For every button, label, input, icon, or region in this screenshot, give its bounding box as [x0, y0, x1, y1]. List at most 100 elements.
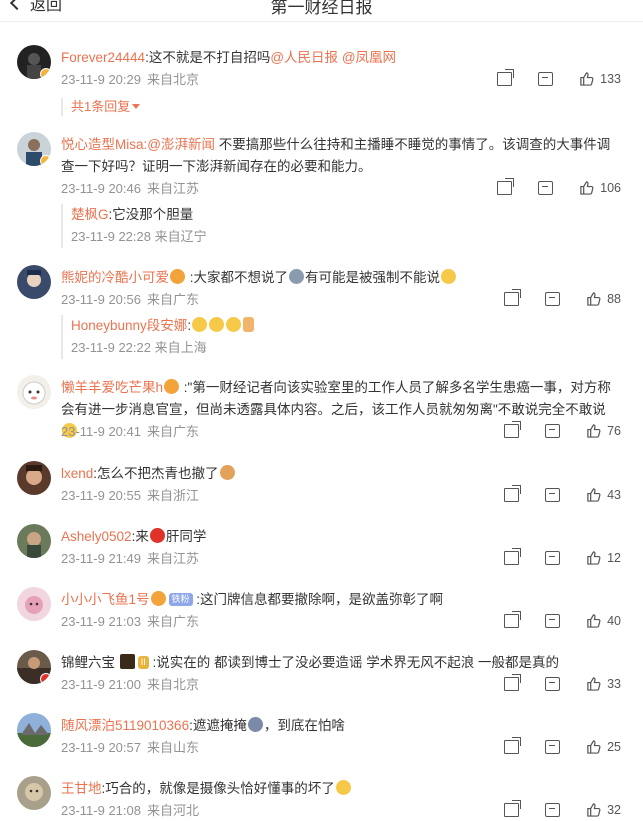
share-button[interactable] [504, 736, 522, 754]
comment-username[interactable]: 随风漂泊5119010366 [61, 718, 189, 733]
comment-username[interactable]: lxend [61, 466, 93, 481]
comment-content: :大家都不想说了 [189, 270, 289, 285]
share-button[interactable] [504, 610, 522, 628]
comment-icon [545, 291, 561, 306]
mention-link[interactable]: @人民日报 [270, 50, 338, 65]
reply-preview: 楚枫G:它没那个胆量 23-11-9 22:28 来自辽宁 [61, 204, 621, 248]
comment-text: Forever24444:这不就是不打自招吗@人民日报 @凤凰网 [61, 47, 621, 69]
avatar[interactable] [17, 132, 51, 166]
share-button[interactable] [504, 484, 522, 502]
avatar[interactable] [17, 524, 51, 558]
thumbs-up-icon [587, 551, 601, 565]
comment-meta: 23-11-9 20:29 来自北京 [61, 69, 199, 88]
reply-button[interactable] [545, 487, 561, 502]
comment-icon [545, 423, 561, 438]
share-icon [504, 484, 522, 502]
like-count: 25 [607, 739, 621, 754]
comment-meta: 23-11-9 21:00 来自北京 [61, 674, 199, 693]
reply-username[interactable]: 楚枫G [71, 207, 109, 222]
reply-button[interactable] [545, 291, 561, 306]
share-button[interactable] [504, 547, 522, 565]
share-button[interactable] [504, 799, 522, 817]
reply-button[interactable] [545, 613, 561, 628]
reply-button[interactable] [545, 739, 561, 754]
comment-username[interactable]: 王甘地 [61, 781, 102, 796]
face-emoji-icon [247, 717, 263, 732]
reply-button[interactable] [545, 676, 561, 691]
comment-icon [545, 802, 561, 817]
like-button[interactable]: 106 [579, 180, 621, 195]
thumbs-up-icon [587, 803, 601, 817]
thumbs-up-icon [587, 488, 601, 502]
comment-username[interactable]: 锦鲤六宝 [61, 655, 115, 670]
mention-link[interactable]: @凤凰网 [342, 50, 396, 65]
comment-meta: 23-11-9 20:56 来自广东 [61, 289, 199, 308]
reply-button[interactable] [538, 71, 554, 86]
comment-username[interactable]: 悦心造型Misa [61, 137, 144, 152]
reply-location: 来自辽宁 [154, 229, 207, 244]
comment-username[interactable]: Forever24444 [61, 50, 145, 65]
avatar[interactable] [17, 713, 51, 747]
caret-down-icon [132, 104, 141, 109]
comment-icon [538, 71, 554, 86]
share-icon [497, 177, 515, 195]
reply-content: : [187, 318, 192, 333]
share-button[interactable] [504, 288, 522, 306]
avatar[interactable] [17, 776, 51, 810]
like-button[interactable]: 88 [586, 291, 621, 306]
thumbs-up-icon [580, 72, 594, 86]
avatar[interactable] [17, 375, 51, 409]
comment-content: :来 [131, 529, 149, 544]
comment-actions: 76 [504, 420, 621, 438]
like-button[interactable]: 33 [586, 676, 621, 691]
like-button[interactable]: 133 [579, 71, 621, 86]
like-button[interactable]: 76 [586, 423, 621, 438]
like-button[interactable]: 32 [586, 802, 621, 817]
avatar[interactable] [17, 265, 51, 299]
reply-button[interactable] [545, 423, 561, 438]
share-button[interactable] [504, 420, 522, 438]
share-button[interactable] [497, 68, 515, 86]
avatar[interactable] [17, 587, 51, 621]
replies-toggle-label: 共1条回复 [71, 99, 131, 114]
like-count: 106 [600, 180, 621, 195]
comment-time: 23-11-9 20:41 [61, 424, 141, 439]
comment-username[interactable]: 小小小飞鱼1号 [61, 592, 150, 607]
like-button[interactable]: 25 [586, 739, 621, 754]
reply-button[interactable] [545, 550, 561, 565]
replies-toggle[interactable]: 共1条回复 [61, 98, 141, 116]
comment-content: :怎么不把杰青也撤了 [93, 466, 219, 481]
comment-username[interactable]: 熊妮的冷酷小可爱 [61, 270, 169, 285]
comment-actions: 88 [504, 288, 621, 306]
share-button[interactable] [497, 177, 515, 195]
crown-emoji-icon [170, 269, 185, 284]
share-button[interactable] [504, 673, 522, 691]
avatar[interactable] [17, 461, 51, 495]
avatar-image [26, 465, 42, 485]
comment-location: 来自河北 [147, 803, 200, 818]
comment-text: 小小小飞鱼1号 铁粉 :这门牌信息都要撤除啊，是欲盖弥彰了啊 [61, 589, 621, 611]
share-icon [504, 673, 522, 691]
page-title: 第一财经日报 [270, 0, 373, 17]
verified-badge-icon [40, 155, 51, 166]
like-count: 12 [607, 550, 621, 565]
reply-username[interactable]: Honeybunny段安娜 [71, 318, 187, 333]
like-button[interactable]: 12 [586, 550, 621, 565]
comment-time: 23-11-9 21:08 [61, 803, 141, 818]
comment-username[interactable]: 懒羊羊爱吃芒果h [61, 380, 163, 395]
comment-location: 来自广东 [147, 424, 200, 439]
comment-text: 熊妮的冷酷小可爱 :大家都不想说了 有可能是被强制不能说 [61, 267, 621, 289]
thumbs-up-icon [587, 740, 601, 754]
avatar[interactable] [17, 650, 51, 684]
like-button[interactable]: 43 [586, 487, 621, 502]
mention-link[interactable]: :@澎湃新闻 [144, 137, 215, 152]
reply-time: 23-11-9 22:28 [71, 229, 151, 244]
avatar[interactable] [17, 45, 51, 79]
reply-button[interactable] [538, 180, 554, 195]
comment-username[interactable]: Ashely0502 [61, 529, 132, 544]
comment-content: :这不就是不打自招吗 [145, 50, 271, 65]
reply-button[interactable] [545, 802, 561, 817]
like-button[interactable]: 40 [586, 613, 621, 628]
comment-meta: 23-11-9 20:55 来自浙江 [61, 485, 199, 504]
comment-content-2: 有可能是被强制不能说 [305, 270, 441, 285]
